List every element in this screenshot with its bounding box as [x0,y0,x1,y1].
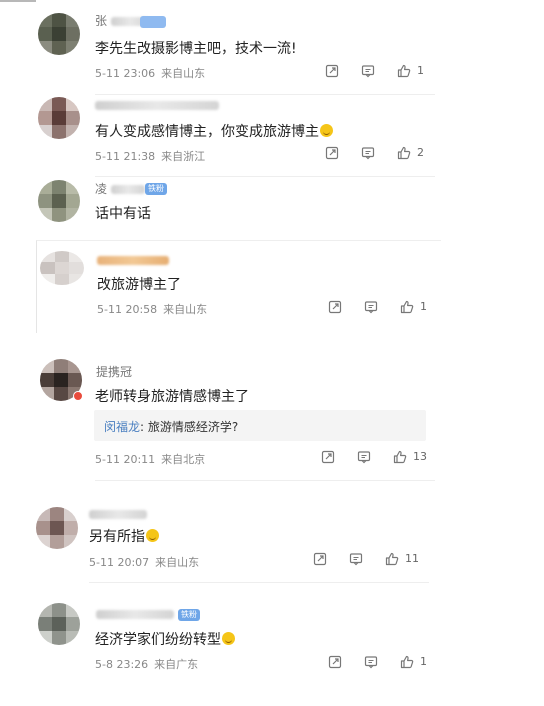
avatar[interactable] [38,603,80,645]
comment-text-content: 老师转身旅游情感博主了 [95,389,249,405]
comment-text: 经济学家们纷纷转型 [95,629,235,649]
comment-location: 来自北京 [161,453,206,466]
like-icon[interactable] [385,552,399,566]
comment-meta: 5-11 21:38 来自浙江 [95,148,205,164]
share-icon[interactable] [328,300,342,314]
smile-emoji-icon [146,529,159,542]
quote-text: 旅游情感经济学? [147,420,239,434]
username[interactable]: 提携冠 [96,365,132,380]
comment-icon[interactable] [361,146,375,160]
share-icon[interactable] [325,64,339,78]
comment-icon[interactable] [361,64,375,78]
comment-actions: 1 [325,64,430,80]
comment-text: 李先生改摄影博主吧，技术一流! [95,38,297,58]
fan-badge: 铁粉 [145,183,167,195]
username[interactable]: 凌 [95,182,145,197]
fan-badge [140,16,166,28]
comment-text: 改旅游博主了 [97,274,181,294]
comment-location: 来自山东 [163,303,208,316]
comment-actions: 1 [328,300,433,316]
comment-date: 5-11 20:11 [95,453,156,466]
blurred-username [89,510,147,519]
share-icon[interactable] [313,552,327,566]
like-count: 11 [405,552,419,565]
comment-location: 来自山东 [161,67,206,80]
blurred-username [95,101,219,110]
smile-emoji-icon [222,632,235,645]
like-icon[interactable] [393,450,407,464]
username-partial: 凌 [95,182,108,196]
quote-author[interactable]: 闵福龙 [104,420,140,434]
comment-meta: 5-8 23:26 来自广东 [95,656,198,672]
comment-text-content: 话中有话 [95,206,151,222]
comment-meta: 5-11 20:58 来自山东 [97,301,207,317]
share-icon[interactable] [321,450,335,464]
comment-text: 老师转身旅游情感博主了 [95,386,249,406]
like-count: 1 [417,64,424,77]
username[interactable] [97,253,169,268]
username-partial: 张 [95,14,108,28]
comment-date: 5-11 20:58 [97,303,158,316]
like-icon[interactable] [397,146,411,160]
username-text: 提携冠 [96,365,133,379]
like-count: 1 [420,300,427,313]
comment-location: 来自浙江 [161,150,206,163]
top-edge-line [0,0,36,2]
comment-meta: 5-11 23:06 来自山东 [95,65,205,81]
avatar[interactable] [40,251,84,285]
like-icon[interactable] [400,655,414,669]
comment-text: 另有所指 [89,526,159,546]
smile-emoji-icon [320,124,333,137]
comment-actions: 2 [325,146,430,162]
blurred-username [97,256,169,265]
comment-meta: 5-11 20:11 来自北京 [95,451,205,467]
username[interactable] [96,607,174,622]
username[interactable] [89,507,147,522]
avatar[interactable] [38,180,80,222]
comment-date: 5-11 21:38 [95,150,156,163]
comment-text-content: 经济学家们纷纷转型 [95,632,221,648]
comment-icon[interactable] [364,655,378,669]
share-icon[interactable] [325,146,339,160]
comment-actions: 1 [328,655,433,671]
comment-date: 5-8 23:26 [95,658,149,671]
comment-text-content: 李先生改摄影博主吧，技术一流! [95,41,297,57]
blurred-username [110,185,145,194]
blurred-username [96,610,174,619]
comment-meta: 5-11 20:07 来自山东 [89,554,199,570]
comment-text-content: 改旅游博主了 [97,277,181,293]
comment-actions: 11 [313,552,425,568]
comment-icon[interactable] [357,450,371,464]
username[interactable] [95,98,219,113]
comment-location: 来自山东 [155,556,200,569]
quoted-reply[interactable]: 闵福龙: 旅游情感经济学? [94,410,426,441]
comment-text-content: 有人变成感情博主，你变成旅游博主 [95,124,319,140]
avatar[interactable] [38,13,80,55]
divider [95,176,435,177]
vip-badge-icon [73,391,83,401]
comment-text: 话中有话 [95,203,151,223]
comment-icon[interactable] [364,300,378,314]
comment-icon[interactable] [349,552,363,566]
like-icon[interactable] [397,64,411,78]
divider [95,94,435,95]
fan-badge: 铁粉 [178,609,200,621]
like-count: 2 [417,146,424,159]
like-count: 13 [413,450,427,463]
comment-text-content: 另有所指 [89,529,145,545]
comment-date: 5-11 23:06 [95,67,156,80]
comment-actions: 13 [321,450,433,466]
like-count: 1 [420,655,427,668]
avatar[interactable] [36,507,78,549]
divider [89,582,429,583]
comment-text: 有人变成感情博主，你变成旅游博主 [95,121,333,141]
comment-location: 来自广东 [154,658,199,671]
divider [95,480,435,481]
avatar[interactable] [38,97,80,139]
like-icon[interactable] [400,300,414,314]
comment-date: 5-11 20:07 [89,556,150,569]
share-icon[interactable] [328,655,342,669]
